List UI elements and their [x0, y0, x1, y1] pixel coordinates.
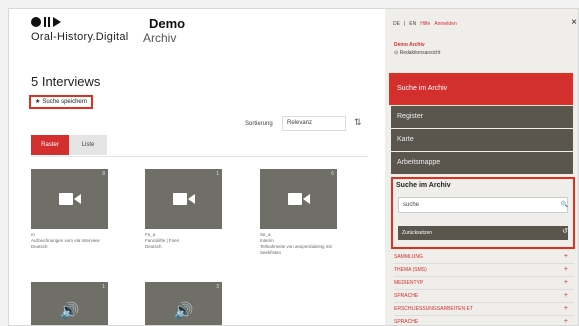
search-panel: Suche im Archiv suche 🔍 Zurücksetzen ↺: [391, 177, 575, 249]
lang-de[interactable]: DE: [393, 21, 400, 27]
tab-liste[interactable]: Liste: [69, 135, 107, 155]
project-title: Demo: [149, 16, 186, 31]
interview-card[interactable]: 3 🔊: [145, 282, 222, 325]
reset-button[interactable]: Zurücksetzen: [398, 226, 568, 240]
facet-language[interactable]: SPRACHE +: [394, 292, 574, 303]
card-meta: Se_a Interim Tellnahmeite von anspreizab…: [260, 232, 337, 256]
logo-text: Oral-History.Digital: [31, 31, 129, 43]
video-camera-icon: [287, 190, 310, 208]
plus-icon: +: [563, 292, 568, 299]
facet-media-type[interactable]: MEDIENTYP +: [394, 279, 574, 290]
tab-raster[interactable]: Raster: [31, 135, 69, 155]
video-camera-icon: [58, 190, 81, 208]
card-language: Deutsch: [31, 244, 48, 249]
plus-icon: +: [563, 266, 568, 273]
facet-label: ERSCHLIESSUNGSARBEITEN ET: [394, 306, 473, 312]
facet-indexing[interactable]: ERSCHLIESSUNGSARBEITEN ET +: [394, 305, 574, 316]
main-content: Oral-History.Digital Demo Archiv 5 Inter…: [9, 9, 385, 325]
project-subtitle: Archiv: [143, 31, 177, 45]
interview-thumbnail[interactable]: 6: [260, 169, 337, 229]
facet-language-2[interactable]: SPRACHE +: [394, 318, 574, 325]
nav-map[interactable]: Karte: [391, 129, 573, 151]
facet-collection[interactable]: SAMMLUNG +: [394, 253, 574, 264]
segment-count: 1: [102, 284, 105, 290]
interview-card[interactable]: 6 Se_a Interim Tellnahmeite von anspreiz…: [260, 169, 337, 256]
sort-select[interactable]: Relevanz: [282, 116, 346, 131]
card-meta: Fe_a Fancsilifte | Foen Deutsch: [145, 232, 222, 250]
interview-thumbnail[interactable]: 1 🔊: [31, 282, 108, 325]
login-link[interactable]: Anmelden: [434, 21, 457, 27]
archive-title[interactable]: Demo Archiv: [394, 42, 425, 48]
nav-search-archive[interactable]: Suche im Archiv: [389, 73, 573, 105]
sidebar: DE | EN Hilfe Anmelden × Demo Archiv ⊙ R…: [385, 9, 578, 325]
plus-icon: +: [563, 305, 568, 312]
interview-card[interactable]: 8 m Aufzeichnungen vom ela Interview Deu…: [31, 169, 108, 250]
star-icon: ★: [35, 99, 41, 105]
interview-thumbnail[interactable]: 1: [145, 169, 222, 229]
segment-count: 3: [216, 284, 219, 290]
interview-card[interactable]: 1 🔊: [31, 282, 108, 325]
facet-label: SPRACHE: [394, 319, 419, 325]
divider: [31, 156, 368, 157]
card-meta: m Aufzeichnungen vom ela Interview Deuts…: [31, 232, 108, 250]
language-switcher: DE | EN Hilfe Anmelden: [393, 21, 457, 27]
reset-icon: ↺: [562, 228, 568, 235]
save-search-button[interactable]: ★ Suche speichern: [29, 95, 94, 109]
nav-workbook[interactable]: Arbeitsmappe: [391, 152, 573, 174]
search-panel-label: Suche im Archiv: [396, 182, 451, 189]
nav-register[interactable]: Register: [391, 106, 573, 128]
lang-en[interactable]: EN: [409, 21, 416, 27]
segment-count: 6: [331, 171, 334, 177]
plus-icon: +: [563, 279, 568, 286]
logo-icon: [31, 15, 128, 29]
video-camera-icon: [172, 190, 195, 208]
help-link[interactable]: Hilfe: [420, 21, 430, 27]
interview-card[interactable]: 1 Fe_a Fancsilifte | Foen Deutsch: [145, 169, 222, 250]
sort-label: Sortierung: [245, 121, 273, 127]
app-frame: Oral-History.Digital Demo Archiv 5 Inter…: [8, 8, 579, 326]
sort-direction-icon[interactable]: ⇅: [354, 117, 362, 128]
facet-label: MEDIENTYP: [394, 280, 424, 286]
logo[interactable]: Oral-History.Digital: [31, 15, 128, 43]
view-tabs: Raster Liste: [31, 135, 107, 155]
interview-thumbnail[interactable]: 8: [31, 169, 108, 229]
facet-topic[interactable]: THEMA (SMS) +: [394, 266, 574, 277]
search-input[interactable]: suche: [398, 197, 568, 213]
plus-icon: +: [563, 318, 568, 325]
card-language: Deutsch: [145, 244, 162, 249]
plus-icon: +: [563, 253, 568, 260]
speaker-icon: 🔊: [59, 303, 80, 320]
interview-thumbnail[interactable]: 3 🔊: [145, 282, 222, 325]
segment-count: 8: [102, 171, 105, 177]
save-search-label: Suche speichern: [42, 99, 88, 105]
close-icon[interactable]: ×: [571, 17, 577, 28]
editor-view-toggle[interactable]: ⊙ Redaktionsansicht: [394, 50, 440, 56]
results-count-title: 5 Interviews: [31, 74, 101, 89]
card-language: Tellnahmeite von anspreizabreig mit Seek…: [260, 244, 332, 255]
editor-view-label: Redaktionsansicht: [399, 50, 441, 56]
facet-label: SAMMLUNG: [394, 254, 423, 260]
search-icon[interactable]: 🔍: [561, 201, 568, 208]
segment-count: 1: [216, 171, 219, 177]
speaker-icon: 🔊: [173, 303, 194, 320]
facet-label: THEMA (SMS): [394, 267, 427, 273]
facet-label: SPRACHE: [394, 293, 419, 299]
toggle-icon: ⊙: [394, 50, 399, 56]
